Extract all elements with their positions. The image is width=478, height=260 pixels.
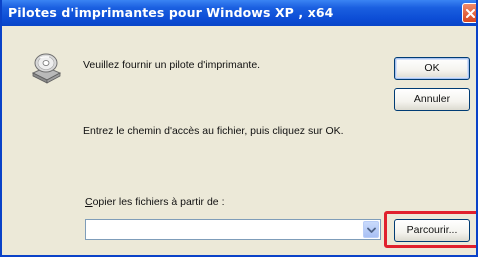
ok-button[interactable]: OK: [394, 57, 470, 80]
copy-from-label-accelerator: C: [85, 196, 93, 208]
window-title: Pilotes d'imprimantes pour Windows XP , …: [8, 5, 334, 20]
browse-button[interactable]: Parcourir...: [394, 219, 470, 242]
printer-driver-dialog: Pilotes d'imprimantes pour Windows XP , …: [0, 0, 478, 257]
prompt-text: Veuillez fournir un pilote d'imprimante.: [83, 59, 261, 71]
copy-from-label-rest: opier les fichiers à partir de :: [92, 196, 225, 208]
browse-button-rest: arcourir...: [413, 224, 458, 236]
browse-button-accelerator: P: [406, 224, 414, 236]
title-bar[interactable]: Pilotes d'imprimantes pour Windows XP , …: [2, 0, 476, 26]
cancel-button[interactable]: Annuler: [394, 88, 470, 111]
instruction-text: Entrez le chemin d'accès au fichier, pui…: [83, 125, 344, 137]
close-button[interactable]: [462, 3, 476, 23]
disk-drive-icon: [29, 51, 63, 85]
path-combobox[interactable]: [85, 219, 381, 240]
dropdown-button[interactable]: [363, 221, 379, 238]
copy-from-label: Copier les fichiers à partir de :: [85, 196, 225, 208]
